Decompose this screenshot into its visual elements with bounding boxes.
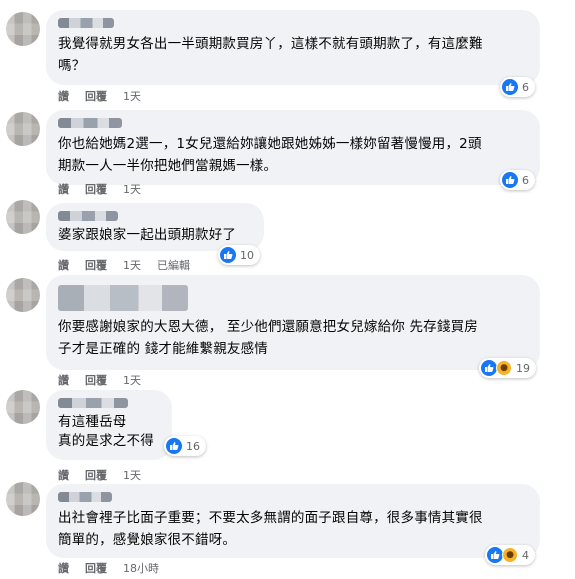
like-thumb-icon <box>481 360 497 376</box>
comment-text: 婆家跟娘家一起出頭期款好了 <box>58 227 237 243</box>
reply-link[interactable]: 回覆 <box>85 259 107 272</box>
timestamp[interactable]: 18小時 <box>123 562 159 575</box>
like-thumb-icon <box>502 172 518 188</box>
avatar[interactable] <box>6 112 40 146</box>
reaction-summary[interactable]: 6 <box>500 77 535 97</box>
comment-text: 你要感謝娘家的大恩大德， 至少他們還願意把女兒嫁給你 先存錢買房 子才是正確的 … <box>58 319 478 357</box>
avatar[interactable] <box>6 390 40 424</box>
like-thumb-icon <box>487 547 503 563</box>
commenter-name-blurred[interactable] <box>58 211 118 221</box>
reaction-summary[interactable]: 16 <box>164 436 206 456</box>
timestamp[interactable]: 1天 <box>123 259 141 272</box>
comment-bubble: 婆家跟娘家一起出頭期款好了 <box>46 203 264 251</box>
reply-link[interactable]: 回覆 <box>85 562 107 575</box>
edited-label[interactable]: 已編輯 <box>157 259 190 272</box>
comment-actions: 讚 回覆 1天 <box>58 88 157 104</box>
comment-bubble: 我覺得就男女各出一半頭期款買房丫，這樣不就有頭期款了，有這麼難 嗎？ <box>46 10 540 85</box>
avatar[interactable] <box>6 278 40 312</box>
avatar[interactable] <box>6 482 40 516</box>
comment-actions: 讚 回覆 1天 <box>58 181 157 197</box>
comment-actions: 讚 回覆 1天 已編輯 <box>58 257 206 273</box>
reaction-summary[interactable]: ● 4 <box>485 545 535 565</box>
timestamp[interactable]: 1天 <box>123 90 141 103</box>
reaction-count: 19 <box>516 361 530 375</box>
commenter-name-blurred[interactable] <box>58 398 128 408</box>
like-thumb-icon <box>502 79 518 95</box>
reaction-count: 4 <box>522 548 529 562</box>
wow-face-icon: ● <box>502 547 518 563</box>
reaction-summary[interactable]: ● 19 <box>479 358 536 378</box>
like-link[interactable]: 讚 <box>58 562 69 575</box>
commenter-name-blurred[interactable] <box>58 18 114 28</box>
reaction-count: 6 <box>522 80 529 94</box>
comment-actions: 讚 回覆 1天 <box>58 467 157 483</box>
comment-actions: 讚 回覆 18小時 <box>58 560 175 576</box>
comment-text: 有這種岳母 真的是求之不得 <box>58 414 154 449</box>
like-link[interactable]: 讚 <box>58 183 69 196</box>
comment-text: 我覺得就男女各出一半頭期款買房丫，這樣不就有頭期款了，有這麼難 嗎？ <box>58 36 483 74</box>
reply-link[interactable]: 回覆 <box>85 90 107 103</box>
comment-text: 你也給她媽2選一，1女兒還給妳讓她跟她姊姊一樣妳留著慢慢用，2頭 期款一人一半你… <box>58 136 482 174</box>
timestamp[interactable]: 1天 <box>123 469 141 482</box>
like-link[interactable]: 讚 <box>58 374 69 387</box>
commenter-name-blurred[interactable] <box>58 285 188 311</box>
commenter-name-blurred[interactable] <box>58 492 112 502</box>
reaction-summary[interactable]: 10 <box>218 245 260 265</box>
like-thumb-icon <box>220 247 236 263</box>
reaction-count: 10 <box>240 248 254 262</box>
reply-link[interactable]: 回覆 <box>85 374 107 387</box>
like-link[interactable]: 讚 <box>58 469 69 482</box>
comment-bubble: 有這種岳母 真的是求之不得 <box>46 390 172 460</box>
reply-link[interactable]: 回覆 <box>85 469 107 482</box>
reaction-summary[interactable]: 6 <box>500 170 535 190</box>
comment-text: 出社會裡子比面子重要；不要太多無謂的面子跟自尊，很多事情其實很 簡單的，感覺娘家… <box>58 510 483 548</box>
like-link[interactable]: 讚 <box>58 90 69 103</box>
avatar[interactable] <box>6 12 40 46</box>
reaction-count: 16 <box>186 439 200 453</box>
commenter-name-blurred[interactable] <box>58 118 122 128</box>
like-link[interactable]: 讚 <box>58 259 69 272</box>
reply-link[interactable]: 回覆 <box>85 183 107 196</box>
like-thumb-icon <box>166 438 182 454</box>
comment-bubble: 你也給她媽2選一，1女兒還給妳讓她跟她姊姊一樣妳留著慢慢用，2頭 期款一人一半你… <box>46 110 540 185</box>
comment-actions: 讚 回覆 1天 <box>58 372 157 388</box>
comment-bubble: 你要感謝娘家的大恩大德， 至少他們還願意把女兒嫁給你 先存錢買房 子才是正確的 … <box>46 275 540 370</box>
wow-face-icon: ● <box>496 360 512 376</box>
avatar[interactable] <box>6 200 40 234</box>
timestamp[interactable]: 1天 <box>123 183 141 196</box>
timestamp[interactable]: 1天 <box>123 374 141 387</box>
reaction-count: 6 <box>522 173 529 187</box>
comment-bubble: 出社會裡子比面子重要；不要太多無謂的面子跟自尊，很多事情其實很 簡單的，感覺娘家… <box>46 484 540 558</box>
